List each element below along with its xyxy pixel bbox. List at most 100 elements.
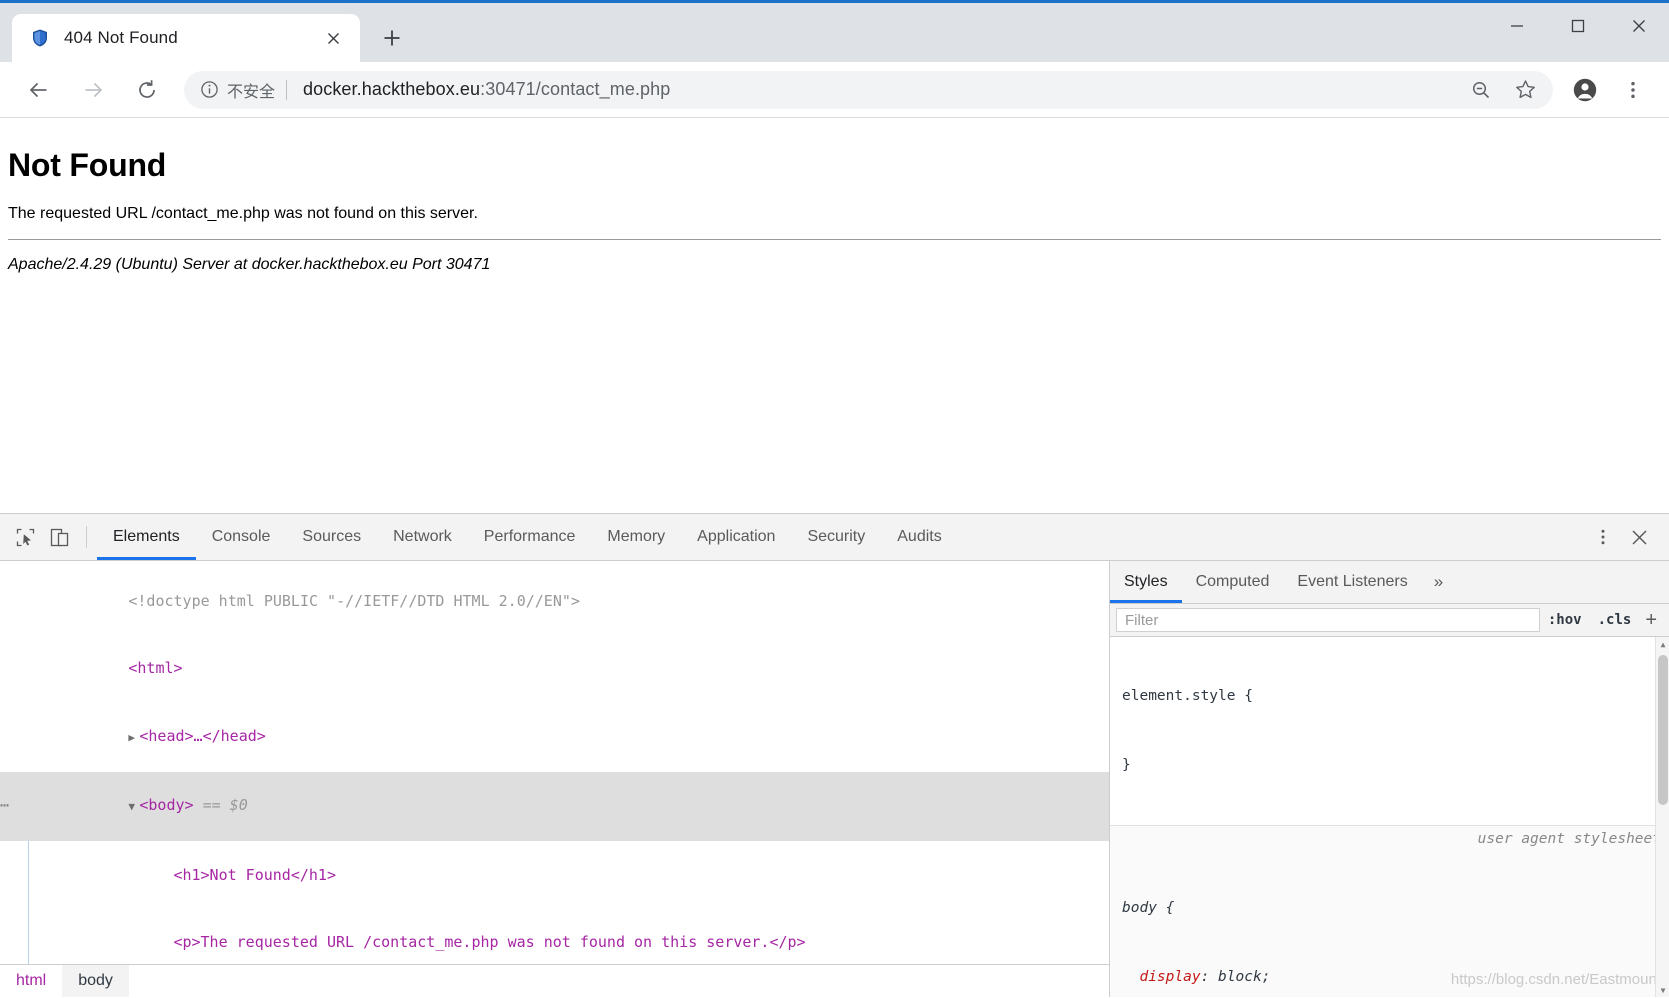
dom-node-html-open[interactable]: <html>	[0, 635, 1109, 703]
tab-styles[interactable]: Styles	[1110, 561, 1182, 603]
back-button[interactable]	[19, 70, 59, 110]
page-title: Not Found	[8, 147, 167, 183]
forward-button[interactable]	[73, 70, 113, 110]
cls-toggle-button[interactable]: .cls	[1590, 612, 1640, 628]
style-rule-body[interactable]: user agent stylesheet body { display: bl…	[1110, 826, 1669, 997]
devtools-tab-list: Elements Console Sources Network Perform…	[97, 514, 1577, 560]
window-controls	[1486, 3, 1669, 62]
hov-toggle-button[interactable]: :hov	[1540, 612, 1590, 628]
head-text: <head>…</head>	[139, 726, 266, 745]
styles-pane: Styles Computed Event Listeners » Filter…	[1110, 561, 1669, 997]
dom-breadcrumb: html body	[0, 964, 1109, 997]
url-text: docker.hackthebox.eu:30471/contact_me.ph…	[303, 79, 1459, 100]
scroll-down-arrow-icon[interactable]: ▼	[1656, 983, 1669, 997]
devtools-body: <!doctype html PUBLIC "-//IETF//DTD HTML…	[0, 561, 1669, 997]
doctype-text: <!doctype html PUBLIC "-//IETF//DTD HTML…	[128, 591, 580, 610]
three-dot-menu-icon[interactable]	[1615, 72, 1651, 108]
devtools-close-icon[interactable]	[1621, 519, 1657, 555]
title-bar: 404 Not Found	[0, 0, 1669, 62]
dom-tree-pane: <!doctype html PUBLIC "-//IETF//DTD HTML…	[0, 561, 1110, 997]
minimize-icon[interactable]	[1486, 3, 1547, 48]
tab-security[interactable]: Security	[791, 514, 881, 560]
chevron-down-icon[interactable]: ▼	[128, 796, 139, 819]
address-bar[interactable]: 不安全 docker.hackthebox.eu:30471/contact_m…	[184, 70, 1553, 109]
tab-computed[interactable]: Computed	[1182, 561, 1284, 603]
zoom-out-icon[interactable]	[1463, 72, 1499, 108]
tab-strip: 404 Not Found	[0, 3, 1486, 62]
styles-scrollbar-thumb[interactable]	[1658, 655, 1668, 805]
server-signature: Apache/2.4.29 (Ubuntu) Server at docker.…	[8, 256, 491, 273]
window-close-icon[interactable]	[1608, 3, 1669, 48]
apache-error-page: Not Found The requested URL /contact_me.…	[0, 118, 1669, 282]
devtools-toolbar: Elements Console Sources Network Perform…	[0, 514, 1669, 561]
browser-toolbar: 不安全 docker.hackthebox.eu:30471/contact_m…	[0, 62, 1669, 118]
tab-memory[interactable]: Memory	[591, 514, 681, 560]
node-menu-icon[interactable]: ⋯	[0, 794, 9, 817]
security-chip[interactable]: 不安全	[184, 78, 286, 102]
element-style-close: }	[1122, 757, 1131, 773]
dom-node-p[interactable]: <p>The requested URL /contact_me.php was…	[29, 909, 1109, 965]
tab-audits[interactable]: Audits	[881, 514, 957, 560]
info-icon	[201, 81, 218, 98]
tab-event-listeners[interactable]: Event Listeners	[1283, 561, 1421, 603]
device-toolbar-icon[interactable]	[42, 520, 76, 554]
page-divider	[8, 239, 1661, 240]
tab-elements[interactable]: Elements	[97, 514, 196, 560]
declaration-display[interactable]: display: block;	[1122, 966, 1659, 989]
dom-node-head[interactable]: ▶ <head>…</head>	[0, 702, 1109, 772]
tab-performance[interactable]: Performance	[468, 514, 592, 560]
new-tab-button[interactable]	[372, 18, 412, 58]
h1-text: <h1>Not Found</h1>	[173, 865, 336, 884]
scroll-up-arrow-icon[interactable]: ▲	[1656, 637, 1669, 651]
devtools-toolbar-actions	[1577, 519, 1669, 555]
body-marker-text: == $0	[202, 796, 248, 814]
dom-node-body-open[interactable]: ⋯ ▼ <body> == $0	[0, 771, 1109, 841]
styles-tab-list: Styles Computed Event Listeners »	[1110, 561, 1669, 604]
breadcrumb-html[interactable]: html	[0, 965, 62, 997]
styles-scrollbar[interactable]: ▲ ▼	[1655, 637, 1669, 997]
dom-tree[interactable]: <!doctype html PUBLIC "-//IETF//DTD HTML…	[0, 561, 1109, 964]
chevron-right-icon[interactable]: ▶	[128, 727, 139, 750]
tab-sources[interactable]: Sources	[286, 514, 377, 560]
body-children: <h1>Not Found</h1> <p>The requested URL …	[28, 841, 1109, 964]
dom-node-doctype[interactable]: <!doctype html PUBLIC "-//IETF//DTD HTML…	[0, 567, 1109, 635]
filter-input[interactable]: Filter	[1116, 608, 1540, 632]
toolbar-separator	[86, 526, 87, 548]
body-selection-marker	[194, 796, 203, 814]
prop-value-display: block;	[1218, 969, 1271, 985]
devtools-panel: Elements Console Sources Network Perform…	[0, 514, 1669, 997]
breadcrumb-body[interactable]: body	[62, 965, 129, 997]
html-open-text: <html>	[128, 659, 183, 677]
shield-icon	[30, 28, 50, 48]
tab-application[interactable]: Application	[681, 514, 791, 560]
element-style-selector: element.style {	[1122, 688, 1253, 704]
url-path: :30471/contact_me.php	[480, 79, 671, 99]
browser-tab[interactable]: 404 Not Found	[12, 14, 360, 62]
cursor-select-icon[interactable]	[8, 520, 42, 554]
three-dot-menu-icon[interactable]	[1585, 519, 1621, 555]
star-icon[interactable]	[1507, 72, 1543, 108]
security-label: 不安全	[227, 83, 276, 101]
prop-name-display: display	[1139, 969, 1201, 985]
close-icon[interactable]	[320, 25, 346, 51]
style-rule-element-style[interactable]: element.style { }	[1110, 637, 1669, 826]
page-viewport: Not Found The requested URL /contact_me.…	[0, 118, 1669, 514]
url-host: docker.hackthebox.eu	[303, 79, 481, 99]
browser-window: 404 Not Found 不安全 docker.hackthebox.eu:3…	[0, 0, 1669, 998]
page-message: The requested URL /contact_me.php was no…	[8, 205, 478, 222]
tab-title: 404 Not Found	[64, 28, 178, 47]
dom-node-h1[interactable]: <h1>Not Found</h1>	[29, 841, 1109, 909]
tab-console[interactable]: Console	[196, 514, 287, 560]
maximize-icon[interactable]	[1547, 3, 1608, 48]
body-open-text: <body>	[139, 796, 194, 814]
styles-filter-bar: Filter :hov .cls +	[1110, 604, 1669, 637]
p-text: <p>The requested URL /contact_me.php was…	[173, 933, 806, 951]
style-origin-body: user agent stylesheet	[1477, 831, 1661, 847]
account-icon[interactable]	[1567, 72, 1603, 108]
more-tabs-icon[interactable]: »	[1422, 561, 1455, 603]
omnibox-divider	[286, 79, 288, 100]
reload-button[interactable]	[127, 70, 167, 110]
new-style-rule-button[interactable]: +	[1639, 610, 1663, 630]
styles-rules-list[interactable]: element.style { } user agent stylesheet …	[1110, 637, 1669, 997]
tab-network[interactable]: Network	[377, 514, 468, 560]
